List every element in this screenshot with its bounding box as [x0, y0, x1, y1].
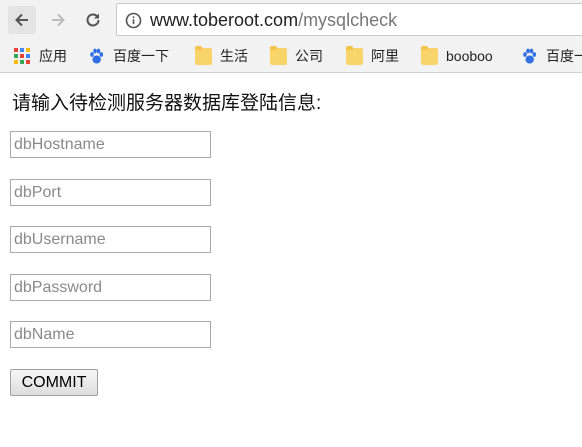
- folder-icon: [346, 46, 363, 65]
- info-icon[interactable]: [125, 12, 142, 29]
- bookmark-baidu-2[interactable]: 百度一: [521, 46, 582, 66]
- bookmark-label: 百度一: [546, 48, 582, 64]
- bookmark-label: 百度一下: [113, 48, 169, 64]
- folder-icon: [421, 46, 438, 65]
- bookmark-folder-life[interactable]: 生活: [195, 46, 248, 66]
- folder-icon: [195, 46, 212, 65]
- baidu-paw-icon: [90, 48, 104, 63]
- db-password-input[interactable]: [10, 274, 211, 301]
- forward-arrow-icon: [52, 13, 65, 27]
- db-username-input[interactable]: [10, 226, 211, 253]
- bookmarks-bar: 应用 百度一下 生活 公司 阿里 booboo 百度一: [0, 40, 582, 73]
- url-host: www.toberoot.com: [150, 10, 299, 30]
- form-heading: 请输入待检测服务器数据库登陆信息:: [12, 93, 322, 114]
- back-button[interactable]: [8, 6, 36, 34]
- apps-grid-icon: [14, 47, 31, 65]
- forward-button[interactable]: [44, 6, 72, 34]
- reload-button[interactable]: [79, 6, 107, 34]
- back-arrow-icon: [15, 13, 28, 27]
- bookmark-label: 阿里: [371, 48, 399, 64]
- folder-icon: [270, 46, 287, 65]
- db-name-input[interactable]: [10, 321, 211, 348]
- address-bar[interactable]: www.toberoot.com/mysqlcheck: [116, 3, 582, 36]
- bookmark-label: 应用: [39, 48, 67, 64]
- bookmark-label: booboo: [446, 48, 493, 64]
- browser-toolbar: www.toberoot.com/mysqlcheck: [0, 0, 582, 40]
- bookmark-apps[interactable]: 应用: [14, 46, 67, 66]
- url-path: /mysqlcheck: [298, 10, 398, 30]
- bookmark-folder-company[interactable]: 公司: [270, 46, 323, 66]
- baidu-paw-icon: [523, 48, 537, 63]
- commit-button[interactable]: COMMIT: [10, 369, 98, 396]
- bookmark-label: 生活: [220, 48, 248, 64]
- reload-icon: [86, 13, 100, 27]
- db-hostname-input[interactable]: [10, 131, 211, 158]
- bookmark-label: 公司: [295, 48, 323, 64]
- bookmark-folder-ali[interactable]: 阿里: [346, 46, 399, 66]
- url-text: www.toberoot.com/mysqlcheck: [150, 10, 397, 31]
- bookmark-baidu[interactable]: 百度一下: [88, 46, 169, 66]
- db-port-input[interactable]: [10, 179, 211, 206]
- bookmark-folder-booboo[interactable]: booboo: [421, 46, 493, 66]
